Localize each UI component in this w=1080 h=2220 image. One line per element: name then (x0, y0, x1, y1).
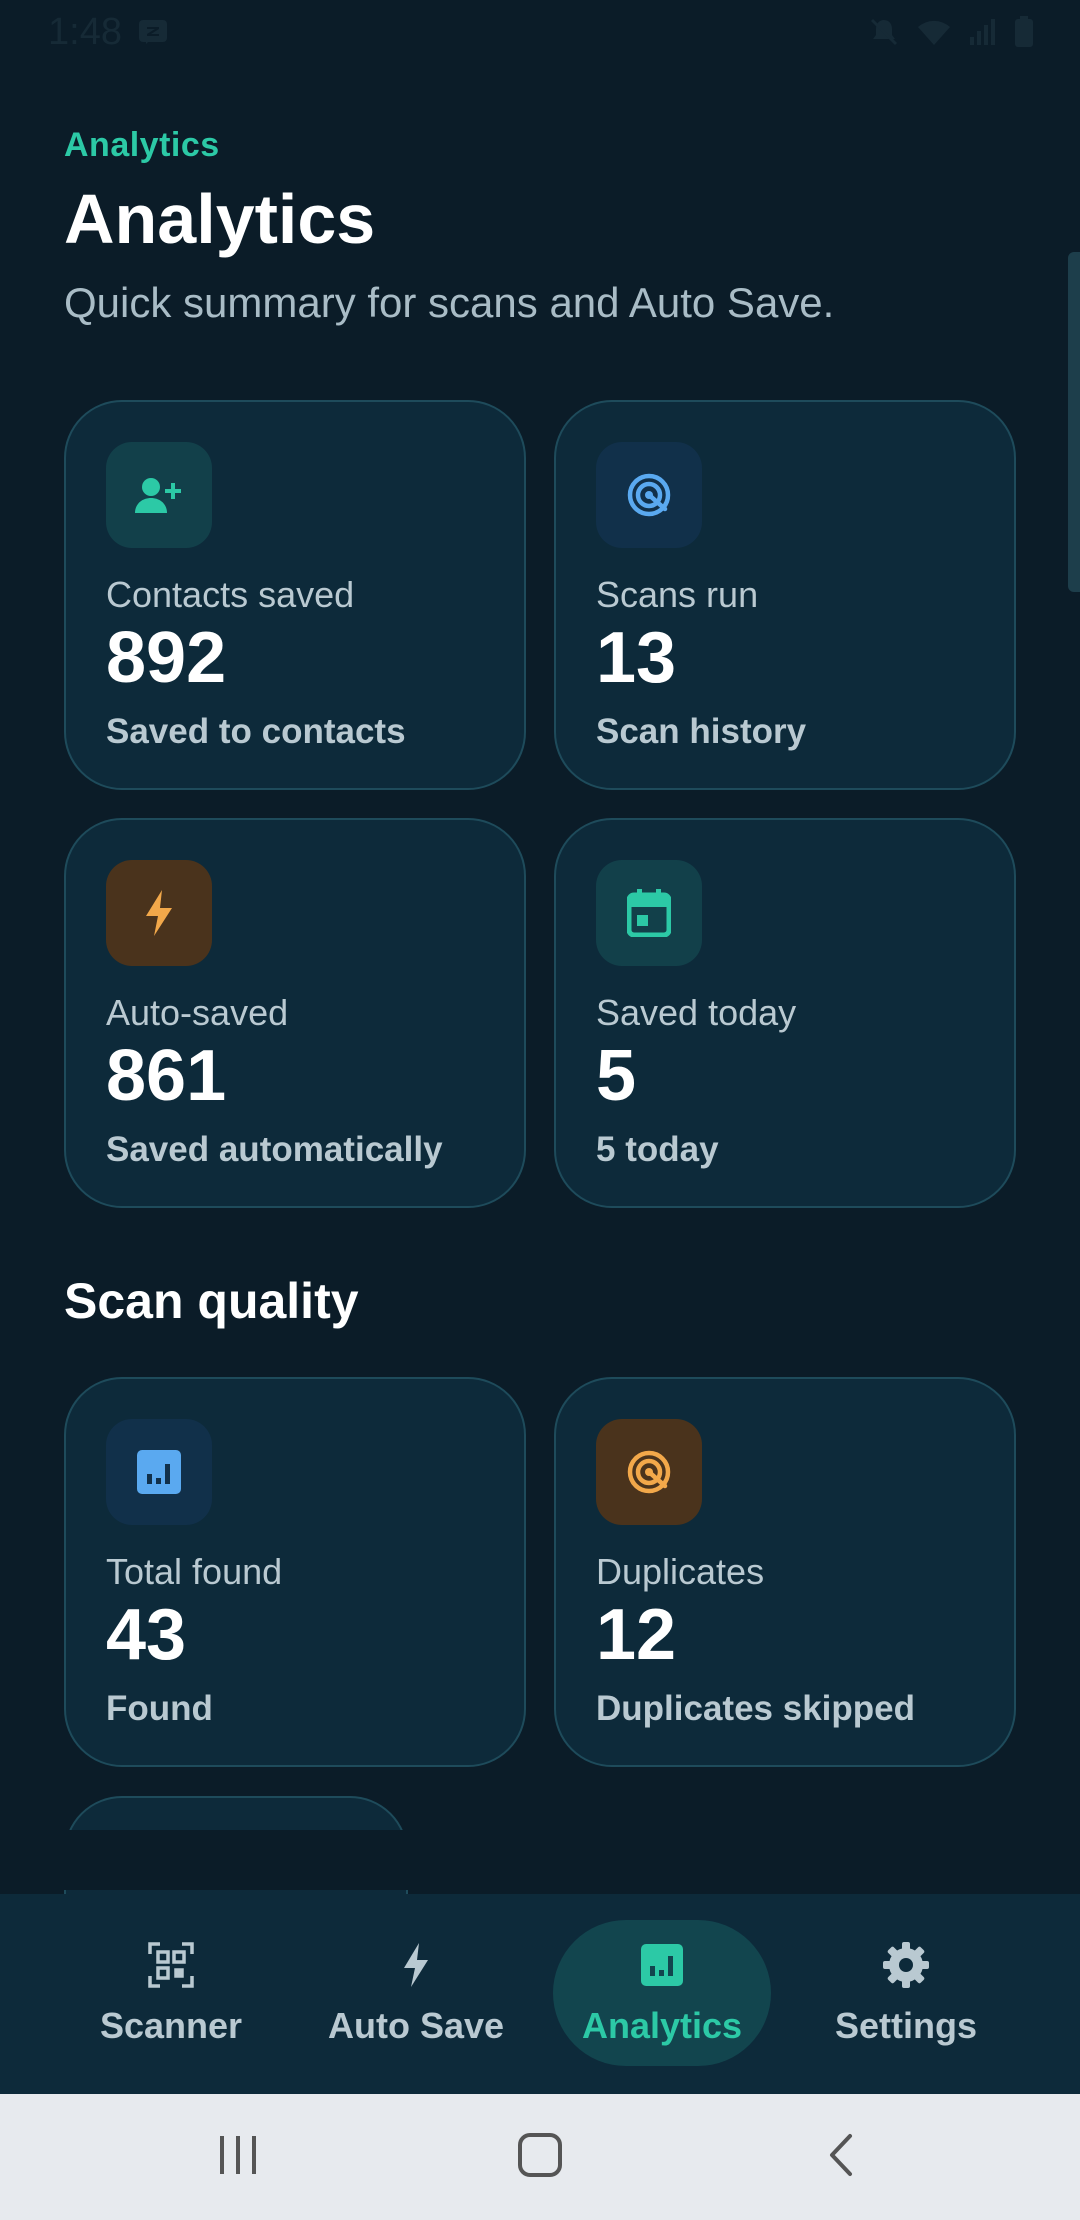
wifi-icon (916, 17, 952, 47)
card-label: Scans run (596, 574, 759, 615)
auto-saved-card: Auto-saved 861 Saved automatically (64, 818, 526, 1208)
status-bar: 1:48 (0, 0, 1080, 64)
status-time: 1:48 (48, 10, 122, 53)
radar-icon (596, 442, 702, 548)
gear-icon (882, 1939, 930, 1991)
card-value: 5 (596, 1036, 637, 1116)
total-found-card: Total found 43 Found (64, 1377, 526, 1767)
card-value: 43 (106, 1595, 187, 1675)
card-label: Auto-saved (106, 992, 289, 1033)
card-caption: Found (106, 1689, 213, 1728)
nav-label: Analytics (581, 2005, 743, 2046)
nav-label: Auto Save (327, 2005, 505, 2046)
bolt-icon (106, 860, 212, 966)
signal-icon (968, 17, 998, 47)
card-label: Duplicates (596, 1551, 765, 1592)
card-value: 861 (106, 1036, 227, 1116)
card-caption: 5 today (596, 1130, 719, 1169)
nav-item-scanner[interactable]: Scanner (80, 1920, 262, 2066)
page-subtitle: Quick summary for scans and Auto Save. (64, 278, 835, 326)
card-label: Total found (106, 1551, 283, 1592)
scrollbar[interactable] (1068, 252, 1080, 592)
recent-apps-button[interactable] (218, 2132, 258, 2183)
calendar-icon (596, 860, 702, 966)
page-title: Analytics (64, 180, 376, 258)
content-fade (0, 1830, 1080, 1890)
bar-chart-icon (641, 1939, 683, 1991)
nav-item-analytics[interactable]: Analytics (553, 1920, 771, 2066)
nav-label: Settings (834, 2005, 977, 2046)
card-value: 892 (106, 618, 227, 698)
mute-icon (868, 16, 900, 48)
home-button[interactable] (517, 2132, 563, 2183)
duplicates-card: Duplicates 12 Duplicates skipped (554, 1377, 1016, 1767)
card-caption: Saved to contacts (106, 712, 406, 751)
page-overline: Analytics (64, 126, 220, 164)
battery-icon (1014, 16, 1034, 48)
card-caption: Saved automatically (106, 1130, 443, 1169)
card-label: Contacts saved (106, 574, 355, 615)
card-caption: Scan history (596, 712, 807, 751)
saved-today-card: Saved today 5 5 today (554, 818, 1016, 1208)
page-header: Analytics Analytics Quick summary for sc… (64, 126, 1024, 327)
nav-item-auto-save[interactable]: Auto Save (316, 1920, 516, 2066)
radar-icon (596, 1419, 702, 1525)
bolt-icon (402, 1939, 430, 1991)
card-value: 12 (596, 1595, 677, 1675)
system-navigation-bar (0, 2094, 1080, 2220)
scan-quality-heading: Scan quality (64, 1273, 359, 1329)
bar-chart-icon (106, 1419, 212, 1525)
person-add-icon (106, 442, 212, 548)
nav-label: Scanner (99, 2005, 243, 2046)
card-label: Saved today (596, 992, 797, 1033)
qr-scan-icon (148, 1939, 194, 1991)
message-notification-icon (138, 18, 168, 46)
contacts-saved-card: Contacts saved 892 Saved to contacts (64, 400, 526, 790)
nav-item-settings[interactable]: Settings (820, 1920, 992, 2066)
bottom-navigation: Scanner Auto Save Analytics Settings (0, 1894, 1080, 2094)
back-button[interactable] (826, 2132, 856, 2183)
scans-run-card: Scans run 13 Scan history (554, 400, 1016, 790)
card-value: 13 (596, 618, 677, 698)
card-caption: Duplicates skipped (596, 1689, 915, 1728)
